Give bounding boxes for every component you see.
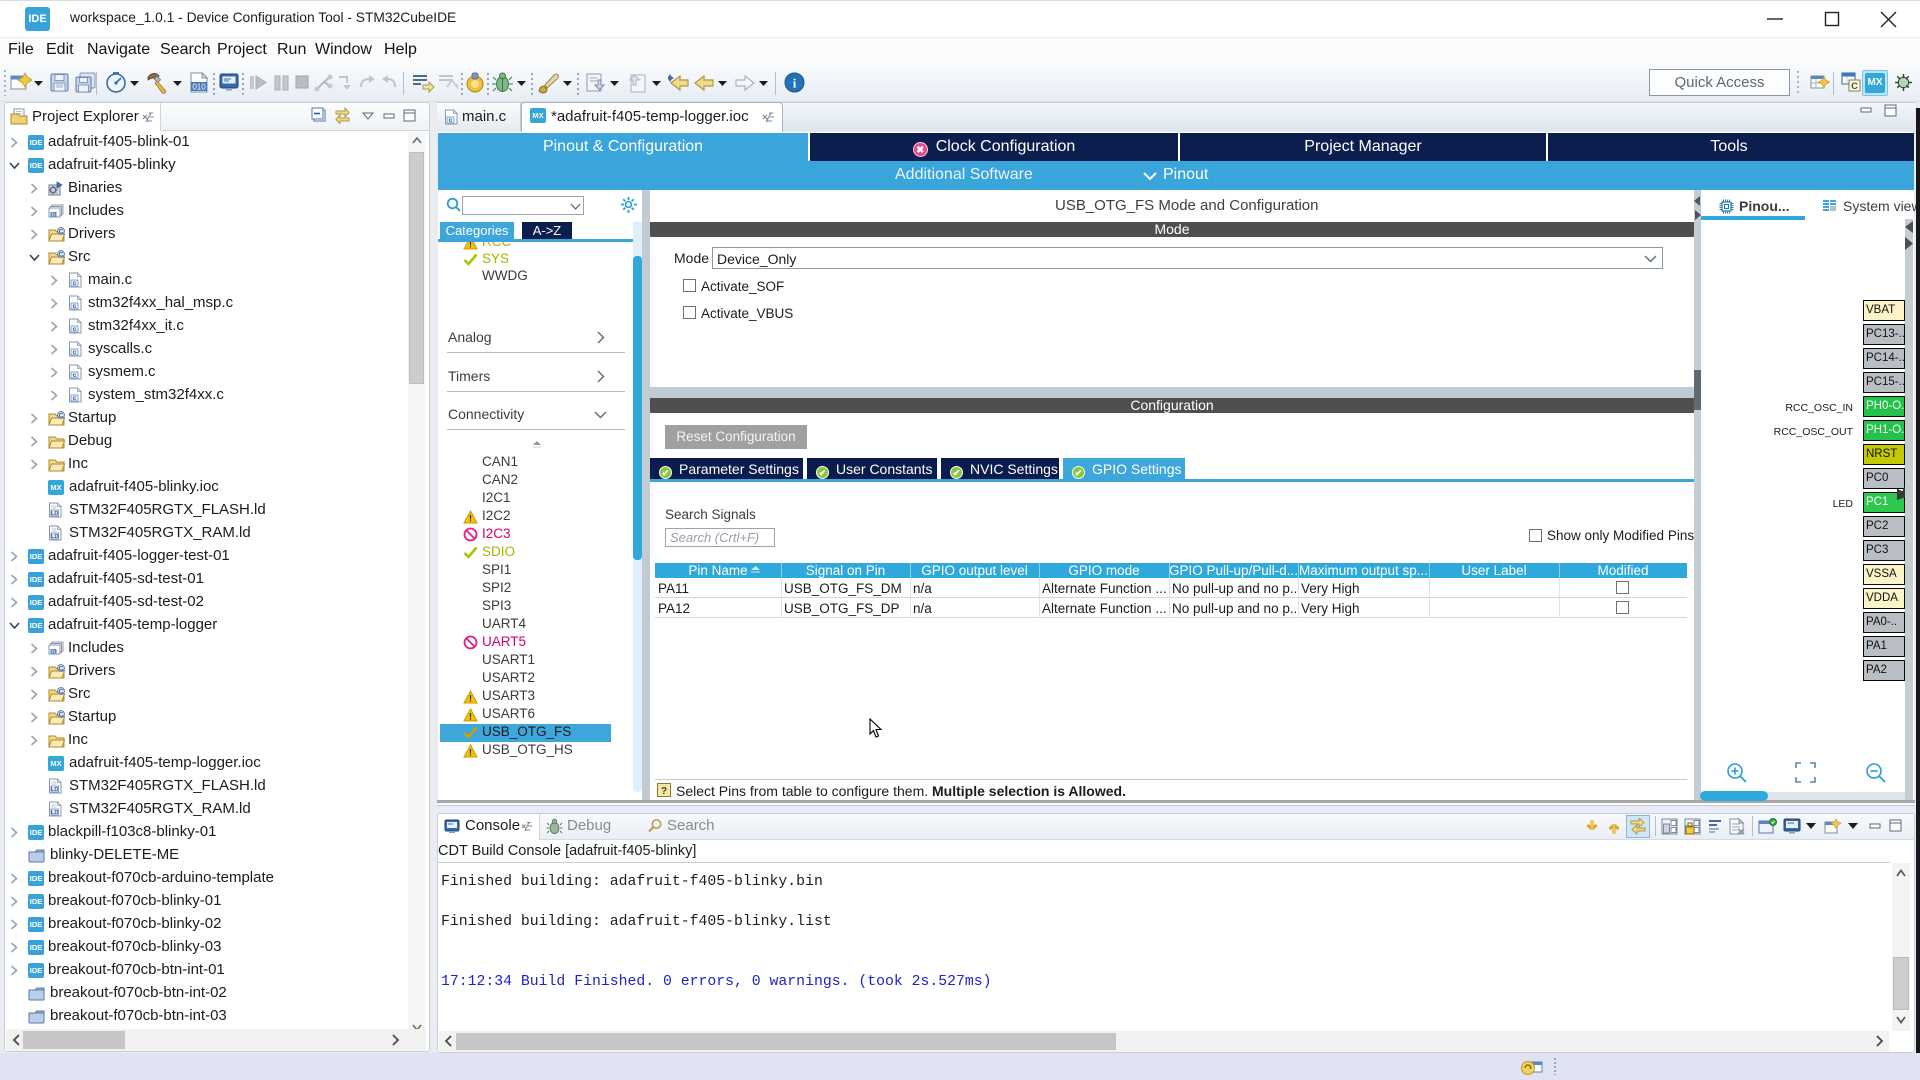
svg-text:C: C — [59, 666, 64, 673]
svg-text:c: c — [73, 349, 77, 356]
svg-text:LD: LD — [51, 511, 58, 517]
svg-text:C: C — [1851, 81, 1858, 92]
svg-text:h: h — [52, 649, 55, 655]
svg-text:c: c — [73, 303, 77, 310]
svg-text:!: ! — [469, 694, 472, 704]
svg-text:c: c — [73, 395, 77, 402]
svg-text:c: c — [449, 117, 453, 124]
svg-text:c: c — [73, 280, 77, 287]
svg-text:!: ! — [469, 748, 472, 758]
svg-text:i: i — [793, 76, 797, 91]
svg-text:LD: LD — [51, 787, 58, 793]
svg-text:!: ! — [469, 514, 472, 524]
svg-text:C: C — [59, 689, 64, 696]
svg-text:C: C — [59, 712, 64, 719]
svg-text:!: ! — [469, 712, 472, 722]
svg-text:010: 010 — [192, 83, 206, 92]
svg-text:LD: LD — [51, 534, 58, 540]
svg-text:C: C — [59, 229, 64, 236]
svg-text:C: C — [59, 252, 64, 259]
svg-text:C: C — [59, 413, 64, 420]
svg-text:c: c — [73, 326, 77, 333]
svg-text:?: ? — [661, 786, 667, 797]
svg-text:c: c — [73, 372, 77, 379]
svg-text:LD: LD — [51, 810, 58, 816]
svg-text:h: h — [52, 212, 55, 218]
